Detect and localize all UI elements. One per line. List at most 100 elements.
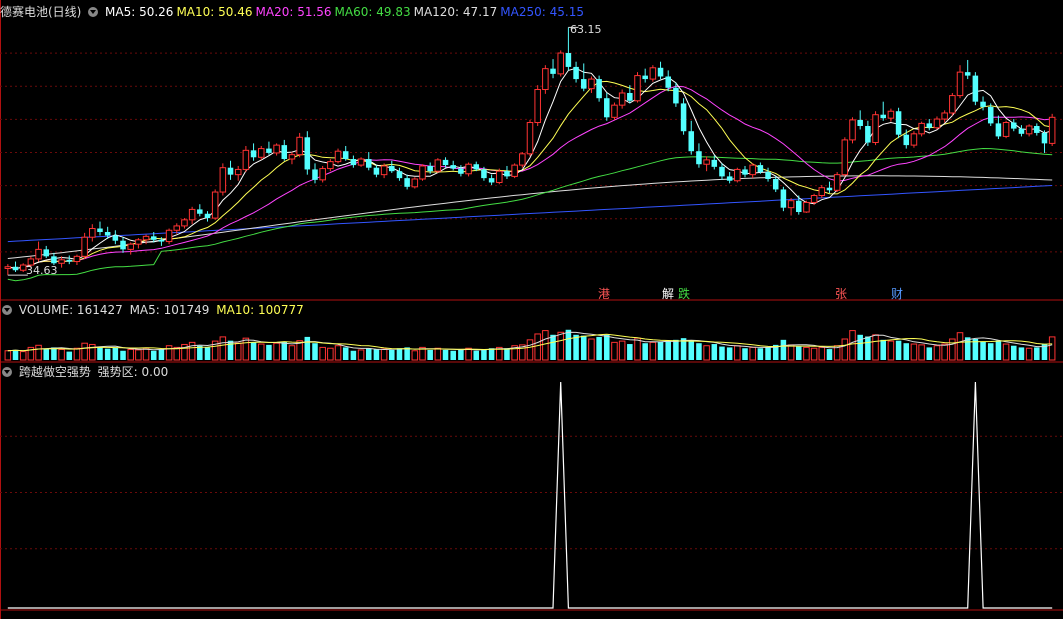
ma-legend-item: MA10: 50.46 <box>176 5 253 19</box>
volume-bar <box>312 343 318 360</box>
candle <box>534 89 541 124</box>
volume-bar <box>304 336 311 360</box>
volume-bar <box>434 347 442 361</box>
volume-bar <box>565 329 572 360</box>
candle <box>1002 122 1010 137</box>
volume-bar <box>1002 343 1010 361</box>
volume-bar <box>780 339 787 360</box>
volume-bar <box>880 339 886 360</box>
candle <box>711 159 718 167</box>
candle <box>742 169 748 175</box>
volume-bar <box>204 347 211 360</box>
volume-bar <box>334 345 342 361</box>
volume-bar <box>450 350 456 360</box>
volume-bar <box>557 331 564 361</box>
stock-name[interactable]: 德赛电池(日线) <box>0 5 81 19</box>
volume-bar <box>757 348 764 360</box>
candle <box>427 165 433 172</box>
candle <box>404 178 410 187</box>
volume-bar <box>803 346 810 361</box>
volume-bar <box>504 348 510 360</box>
candle <box>880 114 886 119</box>
volume-value: VOLUME: 161427 <box>18 303 123 317</box>
candle <box>918 122 925 135</box>
candle <box>227 167 234 175</box>
candle <box>826 187 833 191</box>
volume-bar <box>327 347 334 361</box>
volume-bar <box>1018 347 1025 360</box>
volume-bar <box>135 349 142 361</box>
candle <box>865 126 871 143</box>
candle <box>618 92 626 106</box>
candle <box>926 123 933 128</box>
candle <box>481 169 487 179</box>
candle <box>173 225 181 231</box>
volume-bar <box>473 350 480 360</box>
high-price-label: 63.15 <box>570 23 602 36</box>
candle <box>273 144 280 154</box>
low-price-label: 34.63 <box>26 264 58 277</box>
volume-bar <box>1034 347 1040 360</box>
volume-header: VOLUME: 161427 MA5: 101749 MA10: 100777 <box>2 302 307 318</box>
candle <box>266 148 272 153</box>
volume-bar <box>956 332 964 361</box>
candle <box>204 213 211 219</box>
candle <box>419 165 426 180</box>
volume-bar <box>242 337 250 361</box>
candle <box>649 67 657 80</box>
volume-bar <box>765 347 771 360</box>
candle <box>342 151 349 160</box>
volume-bar <box>933 345 941 361</box>
volume-bar <box>357 349 365 361</box>
dropdown-icon[interactable] <box>2 367 12 377</box>
candle <box>288 154 296 160</box>
candle <box>312 169 318 180</box>
candle <box>872 114 879 144</box>
volume-bar <box>642 343 648 360</box>
volume-bar <box>534 333 541 361</box>
candle <box>903 134 910 146</box>
event-marker[interactable]: 跌 <box>678 287 690 301</box>
candle <box>411 178 419 188</box>
volume-bar <box>926 347 933 360</box>
volume-bar <box>580 335 587 360</box>
event-marker[interactable]: 解 <box>662 287 674 301</box>
volume-bar <box>342 347 349 360</box>
candle <box>165 229 173 243</box>
volume-bar <box>281 341 288 360</box>
candle <box>158 239 165 242</box>
dropdown-icon[interactable] <box>2 305 12 315</box>
candle <box>849 119 856 141</box>
candle <box>910 133 918 146</box>
dropdown-icon[interactable] <box>88 7 99 17</box>
candle <box>596 79 602 99</box>
candle <box>234 168 242 176</box>
candle <box>112 235 119 241</box>
volume-bar <box>373 349 380 360</box>
candle <box>211 191 219 219</box>
volume-bar <box>142 347 150 361</box>
candle <box>488 178 495 183</box>
volume-bar <box>550 334 556 360</box>
ma10-line <box>7 80 1053 270</box>
event-marker[interactable]: 港 <box>598 287 610 301</box>
candle <box>1048 116 1056 144</box>
volume-bar <box>173 346 181 361</box>
candle <box>787 200 795 209</box>
volume-bar <box>627 344 633 360</box>
candle <box>496 170 503 183</box>
candle <box>542 68 549 91</box>
candle <box>396 171 403 179</box>
volume-bar <box>726 347 733 360</box>
volume-bar <box>319 346 326 361</box>
volume-bar <box>396 348 403 360</box>
volume-bar <box>150 350 157 360</box>
indicator-header: 跨越做空强势 强势区: 0.00 <box>2 364 171 380</box>
volume-bar <box>711 344 718 360</box>
volume-bar <box>887 340 895 361</box>
event-marker[interactable]: 张 <box>835 287 847 301</box>
candle <box>450 165 456 169</box>
volume-bar <box>97 346 103 360</box>
volume-bar <box>158 349 165 360</box>
event-marker[interactable]: 财 <box>891 287 903 301</box>
